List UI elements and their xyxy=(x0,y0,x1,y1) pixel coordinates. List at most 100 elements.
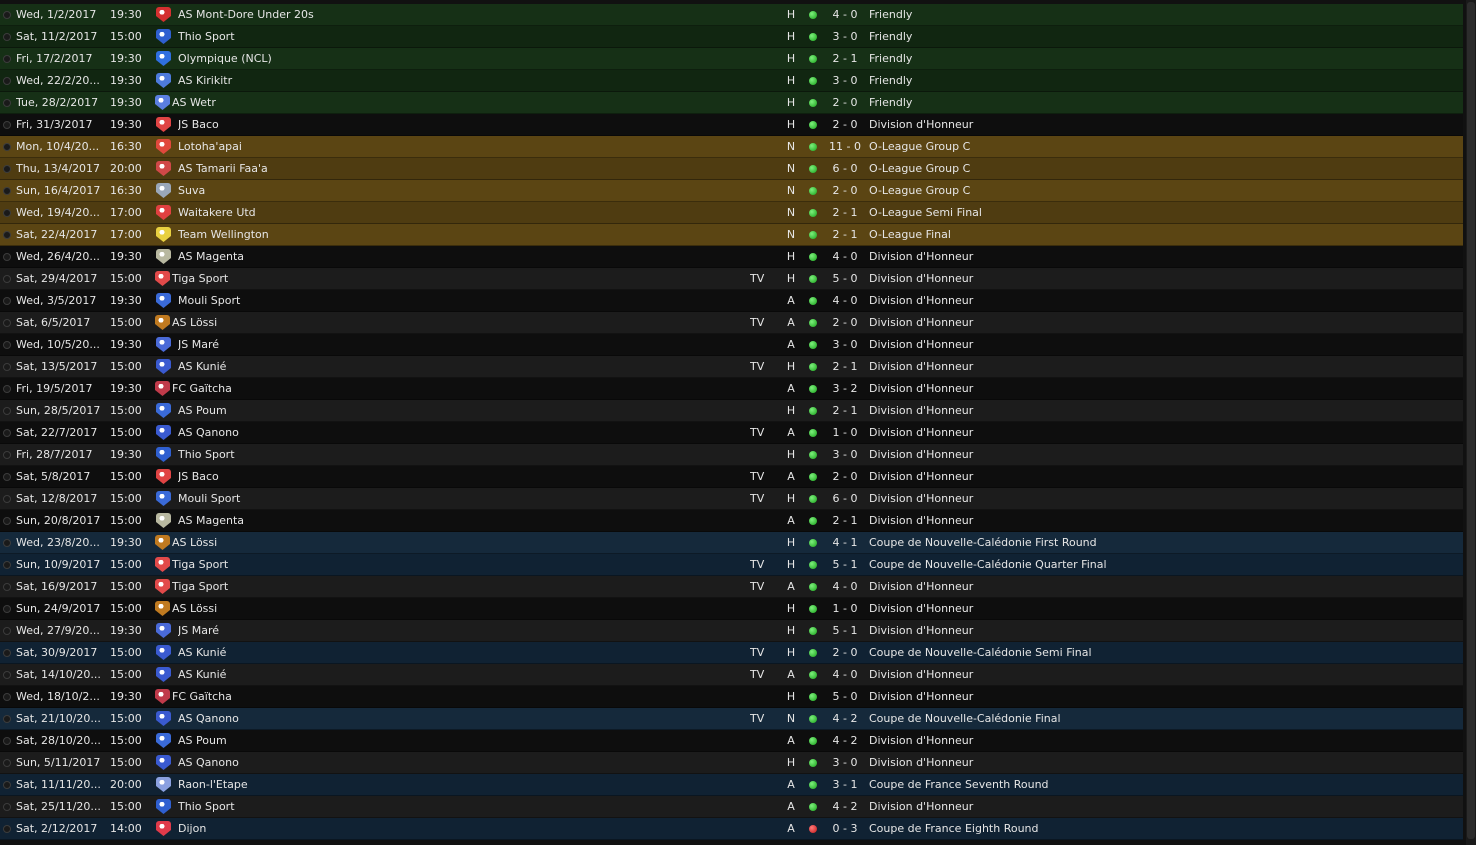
fixture-row[interactable]: Thu, 13/4/2017 20:00 AS Tamarii Faa'a N 6 - … xyxy=(0,158,1463,180)
competition-name[interactable]: Division d'Honneur xyxy=(869,444,1449,466)
row-select-icon[interactable] xyxy=(3,473,11,481)
competition-name[interactable]: Division d'Honneur xyxy=(869,664,1449,686)
fixture-row[interactable]: Sat, 21/10/20... 15:00 AS Qanono TV N 4 - 2 Co… xyxy=(0,708,1463,730)
opponent-name[interactable]: AS Lössi xyxy=(172,312,732,334)
row-select-icon[interactable] xyxy=(3,825,11,833)
row-select-icon[interactable] xyxy=(3,319,11,327)
opponent-name[interactable]: AS Lössi xyxy=(172,598,732,620)
match-score[interactable]: 3 - 2 xyxy=(826,378,864,400)
match-score[interactable]: 2 - 1 xyxy=(826,510,864,532)
match-score[interactable]: 5 - 0 xyxy=(826,268,864,290)
opponent-name[interactable]: Tiga Sport xyxy=(172,268,732,290)
opponent-name[interactable]: AS Kunié xyxy=(178,664,738,686)
match-score[interactable]: 2 - 1 xyxy=(826,48,864,70)
opponent-name[interactable]: AS Magenta xyxy=(178,510,738,532)
row-select-icon[interactable] xyxy=(3,781,11,789)
opponent-name[interactable]: AS Magenta xyxy=(178,246,738,268)
competition-name[interactable]: Division d'Honneur xyxy=(869,268,1449,290)
opponent-name[interactable]: Mouli Sport xyxy=(178,290,738,312)
opponent-name[interactable]: Mouli Sport xyxy=(178,488,738,510)
competition-name[interactable]: Division d'Honneur xyxy=(869,576,1449,598)
fixture-row[interactable]: Fri, 28/7/2017 19:30 Thio Sport H 3 - 0 Divis… xyxy=(0,444,1463,466)
opponent-name[interactable]: Waitakere Utd xyxy=(178,202,738,224)
opponent-name[interactable]: AS Poum xyxy=(178,400,738,422)
fixture-row[interactable]: Sat, 11/2/2017 15:00 Thio Sport H 3 - 0 Frien… xyxy=(0,26,1463,48)
row-select-icon[interactable] xyxy=(3,693,11,701)
opponent-name[interactable]: JS Baco xyxy=(178,466,738,488)
row-select-icon[interactable] xyxy=(3,495,11,503)
row-select-icon[interactable] xyxy=(3,605,11,613)
fixture-row[interactable]: Mon, 10/4/20... 16:30 Lotoha'apai N 11 - 0 O-… xyxy=(0,136,1463,158)
row-select-icon[interactable] xyxy=(3,77,11,85)
match-score[interactable]: 3 - 0 xyxy=(826,752,864,774)
row-select-icon[interactable] xyxy=(3,143,11,151)
fixture-row[interactable]: Sat, 14/10/20... 15:00 AS Kunié TV A 4 - 0 Div… xyxy=(0,664,1463,686)
fixture-row[interactable]: Sat, 13/5/2017 15:00 AS Kunié TV H 2 - 1 Divis… xyxy=(0,356,1463,378)
row-select-icon[interactable] xyxy=(3,55,11,63)
match-score[interactable]: 2 - 1 xyxy=(826,202,864,224)
opponent-name[interactable]: AS Poum xyxy=(178,730,738,752)
competition-name[interactable]: Division d'Honneur xyxy=(869,290,1449,312)
match-score[interactable]: 2 - 0 xyxy=(826,114,864,136)
fixture-row[interactable]: Sat, 6/5/2017 15:00 AS Lössi TV A 2 - 0 Divisi… xyxy=(0,312,1463,334)
fixture-row[interactable]: Wed, 19/4/20... 17:00 Waitakere Utd N 2 - 1O… xyxy=(0,202,1463,224)
competition-name[interactable]: Division d'Honneur xyxy=(869,422,1449,444)
row-select-icon[interactable] xyxy=(3,539,11,547)
competition-name[interactable]: Division d'Honneur xyxy=(869,312,1449,334)
competition-name[interactable]: Coupe de Nouvelle-Calédonie First Round xyxy=(869,532,1449,554)
competition-name[interactable]: Division d'Honneur xyxy=(869,488,1449,510)
opponent-name[interactable]: JS Maré xyxy=(178,334,738,356)
opponent-name[interactable]: JS Baco xyxy=(178,114,738,136)
row-select-icon[interactable] xyxy=(3,737,11,745)
competition-name[interactable]: Friendly xyxy=(869,70,1449,92)
match-score[interactable]: 4 - 0 xyxy=(826,246,864,268)
fixture-row[interactable]: Sat, 25/11/20... 15:00 Thio Sport A 4 - 2 Div… xyxy=(0,796,1463,818)
opponent-name[interactable]: AS Mont-Dore Under 20s xyxy=(178,4,738,26)
opponent-name[interactable]: Thio Sport xyxy=(178,26,738,48)
row-select-icon[interactable] xyxy=(3,187,11,195)
opponent-name[interactable]: AS Tamarii Faa'a xyxy=(178,158,738,180)
competition-name[interactable]: Friendly xyxy=(869,4,1449,26)
match-score[interactable]: 5 - 1 xyxy=(826,620,864,642)
opponent-name[interactable]: AS Lössi xyxy=(172,532,732,554)
competition-name[interactable]: O-League Group C xyxy=(869,158,1449,180)
row-select-icon[interactable] xyxy=(3,121,11,129)
competition-name[interactable]: Friendly xyxy=(869,92,1449,114)
fixture-row[interactable]: Wed, 27/9/20... 19:30 JS Maré H 5 - 1 Divisio… xyxy=(0,620,1463,642)
competition-name[interactable]: Division d'Honneur xyxy=(869,796,1449,818)
fixture-row[interactable]: Fri, 17/2/2017 19:30 Olympique (NCL) H 2 - 1… xyxy=(0,48,1463,70)
competition-name[interactable]: Division d'Honneur xyxy=(869,356,1449,378)
row-select-icon[interactable] xyxy=(3,627,11,635)
fixture-row[interactable]: Sun, 5/11/2017 15:00 AS Qanono H 3 - 0 Divisi… xyxy=(0,752,1463,774)
row-select-icon[interactable] xyxy=(3,429,11,437)
opponent-name[interactable]: Thio Sport xyxy=(178,796,738,818)
fixture-row[interactable]: Wed, 18/10/2... 19:30 FC Gaïtcha H 5 - 0 Divi… xyxy=(0,686,1463,708)
row-select-icon[interactable] xyxy=(3,385,11,393)
match-score[interactable]: 4 - 2 xyxy=(826,796,864,818)
fixture-row[interactable]: Wed, 10/5/20... 19:30 JS Maré A 3 - 0 Divisio… xyxy=(0,334,1463,356)
match-score[interactable]: 3 - 1 xyxy=(826,774,864,796)
match-score[interactable]: 2 - 0 xyxy=(826,180,864,202)
opponent-name[interactable]: AS Kunié xyxy=(178,642,738,664)
row-select-icon[interactable] xyxy=(3,275,11,283)
opponent-name[interactable]: Team Wellington xyxy=(178,224,738,246)
row-select-icon[interactable] xyxy=(3,341,11,349)
competition-name[interactable]: O-League Final xyxy=(869,224,1449,246)
match-score[interactable]: 4 - 1 xyxy=(826,532,864,554)
row-select-icon[interactable] xyxy=(3,451,11,459)
fixture-row[interactable]: Sat, 22/4/2017 17:00 Team Wellington N 2 - 1… xyxy=(0,224,1463,246)
competition-name[interactable]: O-League Group C xyxy=(869,136,1449,158)
row-select-icon[interactable] xyxy=(3,11,11,19)
competition-name[interactable]: Division d'Honneur xyxy=(869,114,1449,136)
fixture-row[interactable]: Wed, 26/4/20... 19:30 AS Magenta H 4 - 0 Divi… xyxy=(0,246,1463,268)
competition-name[interactable]: O-League Group C xyxy=(869,180,1449,202)
row-select-icon[interactable] xyxy=(3,231,11,239)
match-score[interactable]: 4 - 2 xyxy=(826,708,864,730)
row-select-icon[interactable] xyxy=(3,803,11,811)
row-select-icon[interactable] xyxy=(3,671,11,679)
fixture-row[interactable]: Wed, 23/8/20... 19:30 AS Lössi H 4 - 1 Coupe … xyxy=(0,532,1463,554)
opponent-name[interactable]: Suva xyxy=(178,180,738,202)
match-score[interactable]: 4 - 0 xyxy=(826,664,864,686)
opponent-name[interactable]: AS Kunié xyxy=(178,356,738,378)
competition-name[interactable]: Friendly xyxy=(869,48,1449,70)
